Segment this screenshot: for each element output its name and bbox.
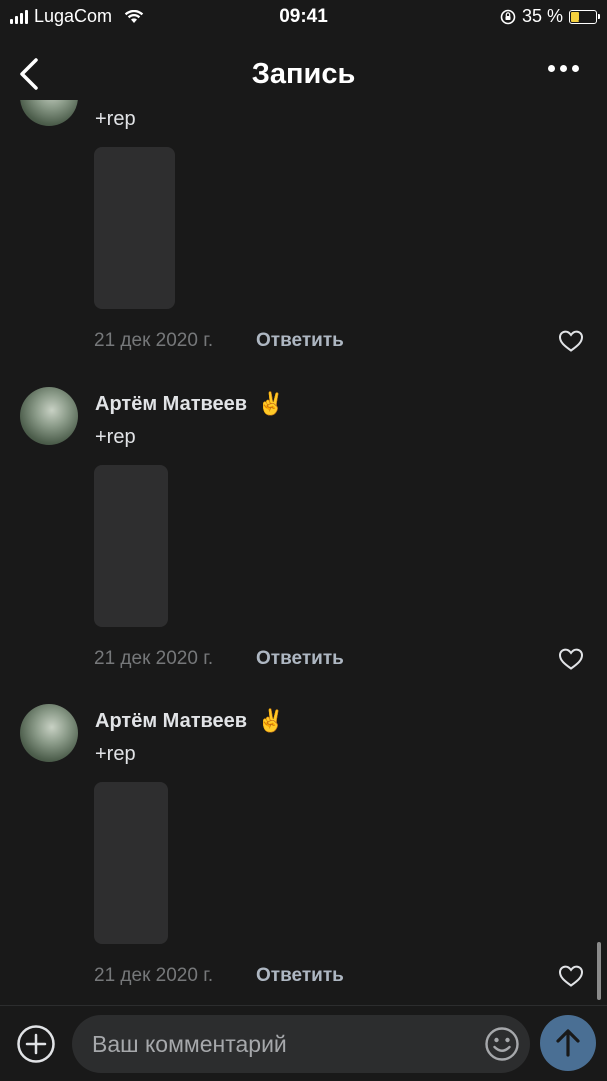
comment-text: +rep xyxy=(95,743,136,765)
comment-author[interactable]: Артём Матвеев ✌️ xyxy=(95,708,284,734)
avatar[interactable] xyxy=(20,704,78,762)
battery-icon: ⚡ xyxy=(569,9,600,24)
comment-image[interactable] xyxy=(94,782,168,944)
heart-icon[interactable] xyxy=(558,964,584,988)
heart-icon[interactable] xyxy=(558,329,584,353)
comment-composer xyxy=(0,1005,607,1081)
comment-feed[interactable]: +rep 21 дек 2020 г. Ответить Артём Матве… xyxy=(0,100,607,1005)
reply-button[interactable]: Ответить xyxy=(256,330,344,352)
author-name: Артём Матвеев xyxy=(95,709,248,732)
battery-percentage: 35 % xyxy=(521,6,563,26)
status-bar: LugaCom 09:41 35 % ⚡ xyxy=(0,0,607,34)
heart-icon[interactable] xyxy=(558,647,584,671)
comment-image[interactable] xyxy=(94,147,175,309)
victory-hand-emoji: ✌️ xyxy=(257,708,285,733)
ellipsis-icon xyxy=(548,65,555,72)
victory-hand-emoji: ✌️ xyxy=(257,391,285,416)
reply-button[interactable]: Ответить xyxy=(256,648,344,670)
comment-date: 21 дек 2020 г. xyxy=(94,330,214,351)
scrollbar[interactable] xyxy=(597,942,601,1000)
comment-date: 21 дек 2020 г. xyxy=(94,648,214,669)
smiley-icon xyxy=(485,1027,519,1061)
send-button[interactable] xyxy=(540,1015,596,1071)
more-options-button[interactable] xyxy=(548,65,579,72)
status-right: 35 % ⚡ xyxy=(500,6,600,27)
arrow-up-icon xyxy=(556,1029,580,1057)
emoji-button[interactable] xyxy=(484,1026,520,1062)
comment-text: +rep xyxy=(95,426,136,448)
comment-image[interactable] xyxy=(94,465,168,627)
avatar[interactable] xyxy=(20,387,78,445)
page-title: Запись xyxy=(251,58,356,90)
avatar[interactable] xyxy=(20,100,78,126)
comment-input[interactable] xyxy=(92,1015,472,1073)
comment-input-container xyxy=(72,1015,530,1073)
orientation-lock-icon xyxy=(500,9,516,24)
add-attachment-button[interactable] xyxy=(16,1024,56,1064)
reply-button[interactable]: Ответить xyxy=(256,965,344,987)
comment-author[interactable]: Артём Матвеев ✌️ xyxy=(95,391,284,417)
plus-circle-icon xyxy=(17,1025,55,1063)
comment-text: +rep xyxy=(95,108,136,130)
author-name: Артём Матвеев xyxy=(95,392,248,415)
comment-date: 21 дек 2020 г. xyxy=(94,965,214,986)
